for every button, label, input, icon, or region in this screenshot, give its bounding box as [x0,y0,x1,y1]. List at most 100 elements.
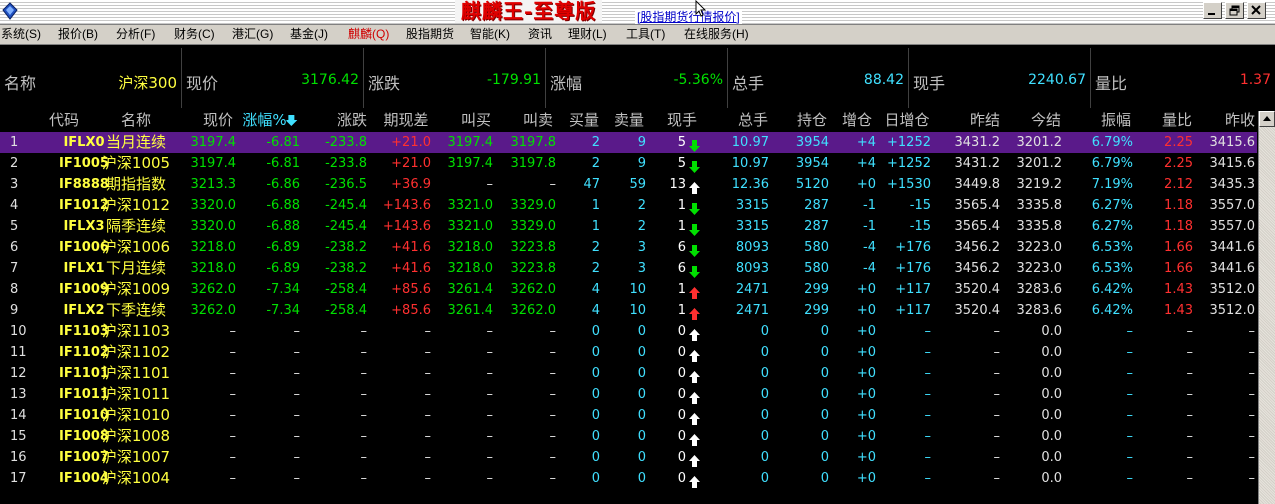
cell-inc: +0 [856,366,876,381]
table-row[interactable]: 3 IF8888 期指指数 3213.3 -6.86 -236.5 +36.9 – – 47 59 1… [0,174,1257,195]
cell-dinc: -15 [909,198,931,213]
column-header[interactable]: 持仓 [797,110,827,131]
column-header[interactable]: 日增仓 [884,110,929,131]
cell-bidv: 1 [591,198,600,213]
column-header[interactable]: 量比 [1162,110,1192,131]
vertical-scrollbar[interactable] [1258,111,1275,504]
column-header[interactable]: 卖量 [614,110,644,131]
column-header[interactable]: 今结 [1031,110,1061,131]
cell-inc: +0 [856,303,876,318]
cell-cur: 0 [677,324,686,339]
cell-cur: 0 [677,366,686,381]
cell-cur: 0 [677,471,686,486]
menu-item[interactable]: 报价(B) [58,25,98,44]
table-row[interactable]: 1 IFLX0 当月连续 3197.4 -6.81 -233.8 +21.0 3197.4 31… [0,132,1257,153]
minimize-button[interactable] [1203,2,1222,19]
menu-item[interactable]: 股指期货 [406,25,454,44]
close-button[interactable] [1247,2,1266,19]
table-row[interactable]: 5 IFLX3 隔季连续 3320.0 -6.88 -245.4 +143.6 3321.0 3… [0,216,1257,237]
menu-item[interactable]: 基金(J) [290,25,328,44]
table-row[interactable]: 11 IF1102 沪深1102– – – – – –0 0 0 0 0 +0– –0.0– – – [0,342,1257,363]
cell-bidv: 2 [591,240,600,255]
cell-inc: +0 [856,282,876,297]
cell-prev: – [993,408,1001,423]
cell-dinc: +117 [895,303,931,318]
column-header[interactable]: 叫买 [461,110,491,131]
menu-item[interactable]: 智能(K) [470,25,510,44]
table-row[interactable]: 16 IF1007 沪深1007– – – – – –0 0 0 0 0 +0– –0.0– – – [0,447,1257,468]
cell-amp: – [1126,387,1134,402]
cell-cur: 0 [677,345,686,360]
menu-item[interactable]: 理财(L) [568,25,607,44]
cell-basis: – [424,471,432,486]
column-header[interactable]: 买量 [569,110,599,131]
menu-item[interactable]: 工具(T) [626,25,665,44]
table-row[interactable]: 13 IF1011 沪深1011– – – – – –0 0 0 0 0 +0– –0.0– – – [0,384,1257,405]
table-row[interactable]: 10 IF1103 沪深1103– – – – – –0 0 0 0 0 +0– –0.0– – – [0,321,1257,342]
cell-close: 3557.0 [1209,198,1256,213]
futures-quote-link[interactable]: [股指期货行情报价] [635,10,742,24]
menu-item[interactable]: 资讯 [528,25,552,44]
cell-basis: +21.0 [391,135,431,150]
cell-askv: 0 [637,429,646,444]
table-row[interactable]: 17 IF1004 沪深1004– – – – – –0 0 0 0 0 +0– –0.0– – – [0,468,1257,489]
table-row[interactable]: 14 IF1010 沪深1010– – – – – –0 0 0 0 0 +0– –0.0– – – [0,405,1257,426]
cell-inc: +0 [856,345,876,360]
menu-item[interactable]: 港汇(G) [232,25,273,44]
cell-dinc: +1530 [887,177,931,192]
cell-basis: +41.6 [391,240,431,255]
cell-bid: – [486,324,494,339]
cell-settle: 3219.2 [1016,177,1063,192]
menu-item[interactable]: 系统(S) [1,25,41,44]
scroll-up-button[interactable] [1259,111,1275,127]
cell-bidv: 0 [591,366,600,381]
cell-name: 下季连续 [105,301,167,319]
column-header[interactable]: 涨幅% [242,110,298,131]
column-header[interactable]: 昨收 [1225,110,1255,131]
quote-summary: 名称 沪深300 现价 3176.42 涨跌 -179.91 涨幅 -5.36% 总手 88.42… [0,46,1275,110]
row-index: 5 [10,219,19,234]
column-header[interactable]: 期现差 [383,110,428,131]
table-row[interactable]: 6 IF1006 沪深1006 3218.0 -6.89 -238.2 +41.6 3218.… [0,237,1257,258]
menu-item[interactable]: 分析(F) [116,25,155,44]
column-header[interactable]: 名称 [121,110,151,131]
cell-total: 3315 [735,219,769,234]
cell-basis: – [424,450,432,465]
cell-ask: 3197.8 [510,156,557,171]
column-header[interactable]: 昨结 [970,110,1000,131]
summary-value: -179.91 [486,72,541,88]
summary-value: 沪深300 [118,74,177,92]
column-header[interactable]: 代码 [49,110,79,131]
cell-ask: – [549,471,557,486]
row-index: 11 [10,345,27,360]
menu-item[interactable]: 在线服务(H) [684,25,749,44]
restore-button[interactable] [1225,2,1244,19]
cell-askv: 2 [637,198,646,213]
menu-item[interactable]: 麒麟(Q) [348,25,389,44]
table-row[interactable]: 7 IFLX1 下月连续 3218.0 -6.89 -238.2 +41.6 3218.0 32… [0,258,1257,279]
table-row[interactable]: 8 IF1009 沪深1009 3262.0 -7.34 -258.4 +85.6 3261.… [0,279,1257,300]
column-header[interactable]: 现价 [203,110,233,131]
column-header[interactable]: 总手 [738,110,768,131]
table-row[interactable]: 15 IF1008 沪深1008– – – – – –0 0 0 0 0 +0– –0.0– – – [0,426,1257,447]
table-row[interactable]: 4 IF1012 沪深1012 3320.0 -6.88 -245.4 +143.6 3321… [0,195,1257,216]
cell-vr: – [1186,408,1194,423]
table-row[interactable]: 12 IF1101 沪深1101– – – – – –0 0 0 0 0 +0– –0.0– – – [0,363,1257,384]
menu-item[interactable]: 财务(C) [174,25,215,44]
cell-price: – [229,387,237,402]
summary-value: -5.36% [673,72,723,88]
column-header[interactable]: 叫卖 [523,110,553,131]
summary-label: 量比 [1095,74,1128,93]
cell-oi: 0 [820,408,829,423]
scroll-track[interactable] [1259,127,1275,504]
row-index: 9 [10,303,19,318]
column-header[interactable]: 振幅 [1101,110,1131,131]
cell-amp: 6.53% [1091,261,1133,276]
table-row[interactable]: 2 IF1005 沪深1005 3197.4 -6.81 -233.8 +21.0 3197.… [0,153,1257,174]
table-row[interactable]: 9 IFLX2 下季连续 3262.0 -7.34 -258.4 +85.6 3261.4 32… [0,300,1257,321]
column-header[interactable]: 增仓 [842,110,872,131]
column-header[interactable]: 现手 [667,110,697,131]
cell-price: 3320.0 [190,198,237,213]
cell-inc: +0 [856,387,876,402]
column-header[interactable]: 涨跌 [337,110,367,131]
